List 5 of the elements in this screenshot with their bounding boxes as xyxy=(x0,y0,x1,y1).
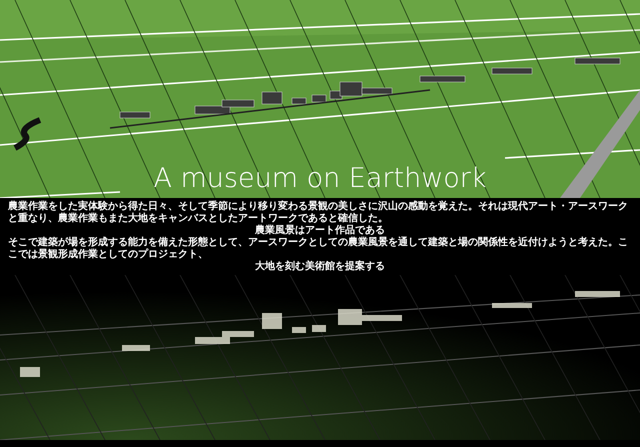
statement-text: そこで建築が場を形成する能力を備えた形態として、アースワークとしての農業風景を通して建築と場の関係性を近付けようと考えた。ここでは景観形成作業としてのプロジェクト、 xyxy=(8,237,629,260)
statement-heading: 大地を刻む美術館を提案する xyxy=(254,261,386,273)
title: A museum on Earthwork xyxy=(153,164,487,194)
statement-text: 農業作業をした実体験から得た日々、そして季節により移り変わる景観の美しさに沢山の感動を覚えた。それは現代アート・アースワークと重なり、農業作業もまた大地をキャンバスとしたアートワークであると確信した。 xyxy=(8,201,629,224)
statement-heading: 農業風景はアート作品である xyxy=(254,225,386,236)
